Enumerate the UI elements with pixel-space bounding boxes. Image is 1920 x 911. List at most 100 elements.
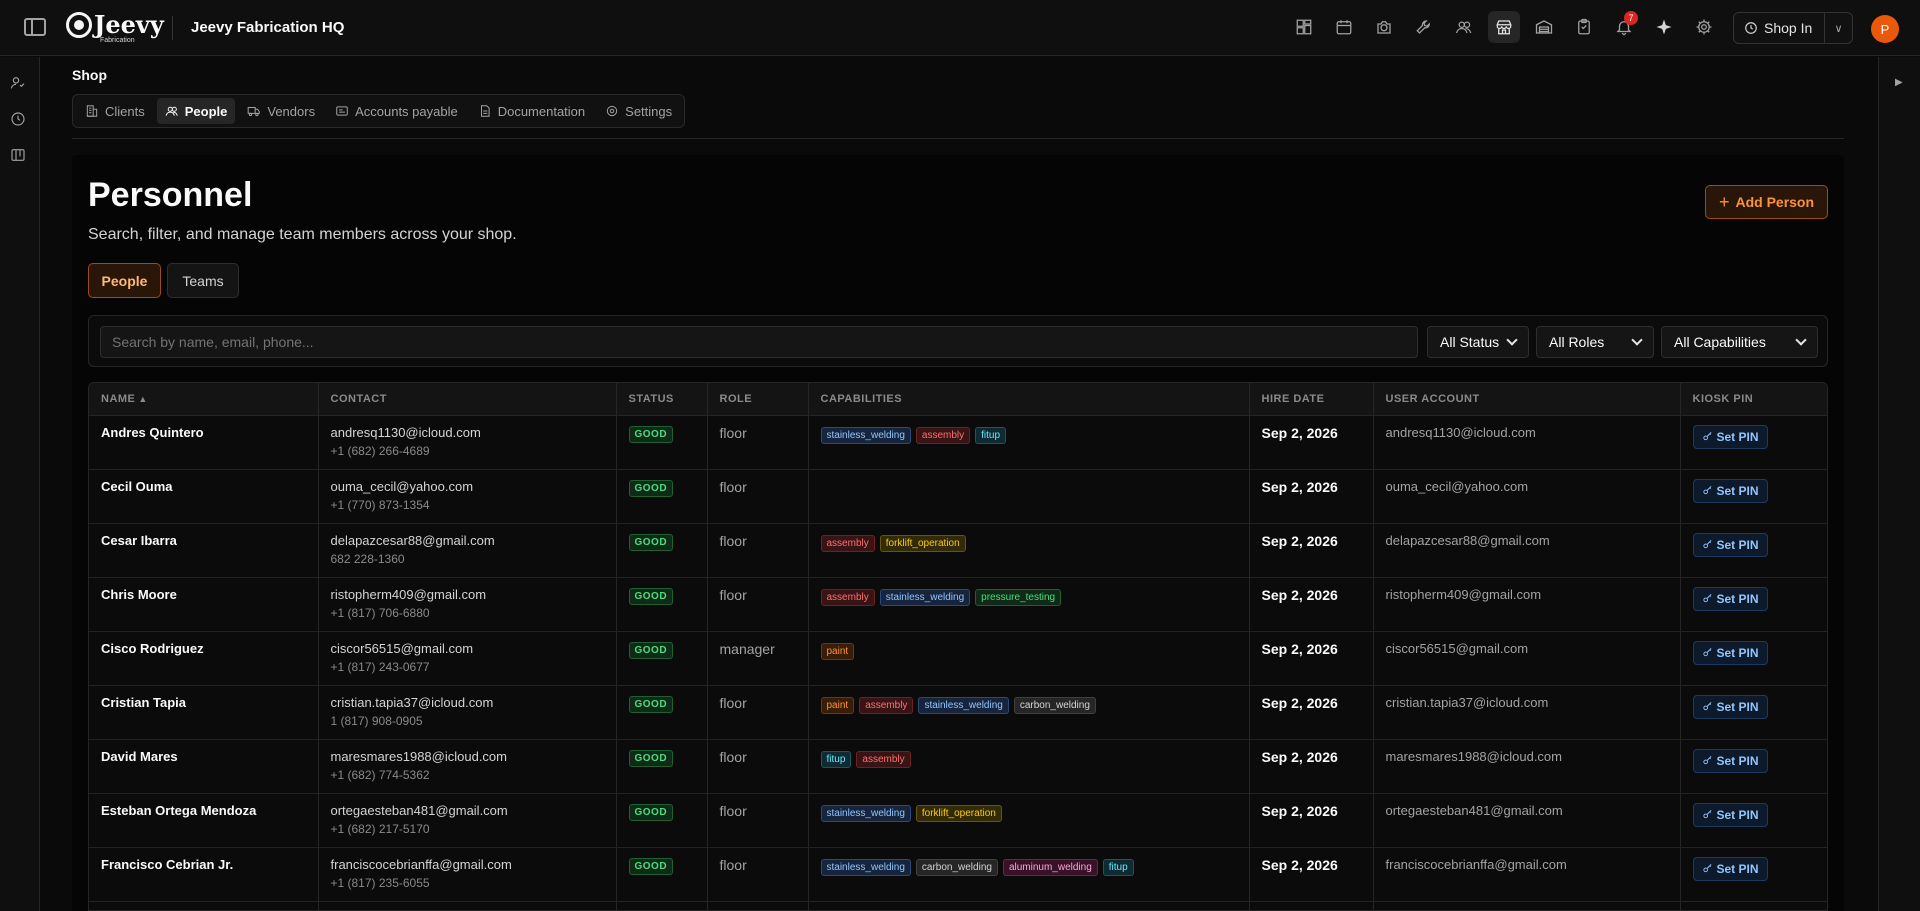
column-header-name[interactable]: NAME ▲	[89, 383, 319, 416]
user-account: ristopherm409@gmail.com	[1385, 586, 1542, 602]
set-pin-button[interactable]: Set PIN	[1692, 694, 1768, 719]
contact-cell: andresq1130@icloud.com +1 (682) 266-4689	[318, 415, 617, 470]
table-row[interactable]: Francisco Cebrian Jr. franciscocebrianffa…	[89, 847, 1827, 902]
people-icon[interactable]	[1448, 11, 1480, 43]
person-email[interactable]: ciscor56515@gmail.com	[331, 641, 604, 656]
tab-accounts-payable[interactable]: Accounts payable	[327, 98, 466, 124]
history-icon[interactable]	[10, 111, 30, 131]
calendar-icon[interactable]	[1328, 11, 1360, 43]
person-email[interactable]: franciscocebrianffa@gmail.com	[331, 857, 604, 872]
bell-icon[interactable]: 7	[1608, 11, 1640, 43]
role-cell: floor	[707, 469, 809, 524]
expand-panel-icon[interactable]: ▶	[1895, 77, 1903, 88]
workspace-title: Jeevy Fabrication HQ	[191, 19, 345, 36]
table-row[interactable]: GOOD stainless_weldingforklift_operation	[89, 901, 1827, 910]
brand-logo[interactable]: Jeevy Fabrication	[66, 12, 164, 44]
add-person-button[interactable]: + Add Person	[1705, 185, 1828, 219]
person-email[interactable]: cristian.tapia37@icloud.com	[331, 695, 604, 710]
table-row[interactable]: Cristian Tapia cristian.tapia37@icloud.co…	[89, 685, 1827, 740]
person-email[interactable]: ortegaesteban481@gmail.com	[331, 803, 604, 818]
capability-tag: carbon_welding	[1013, 696, 1096, 714]
search-input[interactable]	[100, 326, 1418, 358]
capabilities-filter[interactable]: All Capabilities	[1661, 326, 1818, 358]
clipboard-icon[interactable]	[1568, 11, 1600, 43]
person-name[interactable]: Cecil Ouma	[101, 479, 306, 494]
tab-people[interactable]: People	[156, 98, 236, 124]
table-row[interactable]: Cecil Ouma ouma_cecil@yahoo.com +1 (770) 8…	[89, 469, 1827, 524]
top-icon-bar: 7	[1288, 11, 1720, 43]
person-name[interactable]: Francisco Cebrian Jr.	[101, 857, 306, 872]
column-header-role[interactable]: ROLE	[707, 383, 809, 416]
person-email[interactable]: ouma_cecil@yahoo.com	[331, 479, 604, 494]
contact-cell: delapazcesar88@gmail.com 682 228-1360	[318, 523, 617, 578]
capabilities-cell: assembly forklift_operation	[808, 523, 1250, 578]
camera-icon[interactable]	[1368, 11, 1400, 43]
set-pin-button[interactable]: Set PIN	[1692, 532, 1768, 557]
set-pin-button[interactable]: Set PIN	[1692, 640, 1768, 665]
table-row[interactable]: Cesar Ibarra delapazcesar88@gmail.com 682 …	[89, 523, 1827, 578]
person-name[interactable]: Andres Quintero	[101, 425, 306, 440]
person-name[interactable]: Cisco Rodriguez	[101, 641, 306, 656]
column-header-status[interactable]: STATUS	[616, 383, 708, 416]
person-name[interactable]: Chris Moore	[101, 587, 306, 602]
sidebar-toggle-icon[interactable]	[24, 18, 46, 36]
set-pin-button[interactable]: Set PIN	[1692, 478, 1768, 503]
column-header-kiosk-pin[interactable]: KIOSK PIN	[1680, 383, 1827, 416]
chevron-down-icon[interactable]: ∨	[1824, 13, 1852, 43]
person-name[interactable]: David Mares	[101, 749, 306, 764]
store-icon[interactable]	[1488, 11, 1520, 43]
person-phone: +1 (817) 706-6880	[330, 605, 430, 620]
person-email[interactable]: delapazcesar88@gmail.com	[331, 533, 604, 548]
wrench-icon[interactable]	[1408, 11, 1440, 43]
tab-documentation[interactable]: Documentation	[470, 98, 593, 124]
tab-vendors[interactable]: Vendors	[239, 98, 323, 124]
set-pin-button[interactable]: Set PIN	[1692, 856, 1768, 881]
set-pin-button[interactable]: Set PIN	[1692, 802, 1768, 827]
set-pin-button[interactable]: Set PIN	[1692, 748, 1768, 773]
notification-badge: 7	[1624, 11, 1638, 25]
segment-people[interactable]: People	[88, 263, 161, 298]
set-pin-button[interactable]: Set PIN	[1692, 424, 1768, 449]
personnel-table: NAME ▲ CONTACT STATUS ROLE CAPABILITIES H…	[88, 382, 1828, 911]
status-filter[interactable]: All Status	[1427, 326, 1529, 358]
table-row[interactable]: Andres Quintero andresq1130@icloud.com +1 …	[89, 415, 1827, 470]
tab-settings[interactable]: Settings	[597, 98, 680, 124]
person-name[interactable]: Cesar Ibarra	[101, 533, 306, 548]
warehouse-icon[interactable]	[1528, 11, 1560, 43]
column-header-contact[interactable]: CONTACT	[318, 383, 617, 416]
status-badge: GOOD	[628, 587, 674, 605]
person-name[interactable]: Esteban Ortega Mendoza	[101, 803, 306, 818]
roles-filter[interactable]: All Roles	[1536, 326, 1654, 358]
board-icon[interactable]	[10, 147, 30, 167]
dashboard-icon[interactable]	[1288, 11, 1320, 43]
sparkle-icon[interactable]	[1648, 11, 1680, 43]
tab-clients[interactable]: Clients	[77, 98, 153, 124]
chevron-down-icon	[1506, 334, 1518, 346]
person-name[interactable]: Cristian Tapia	[101, 695, 306, 710]
hire-date-cell: Sep 2, 2026	[1249, 415, 1374, 470]
user-settings-icon[interactable]	[10, 75, 30, 95]
segment-teams[interactable]: Teams	[167, 263, 239, 298]
table-row[interactable]: Cisco Rodriguez ciscor56515@gmail.com +1 (…	[89, 631, 1827, 686]
set-pin-label: Set PIN	[1716, 699, 1759, 714]
shop-in-button[interactable]: Shop In	[1734, 13, 1824, 43]
table-row[interactable]: Esteban Ortega Mendoza ortegaesteban481@g…	[89, 793, 1827, 848]
person-email[interactable]: andresq1130@icloud.com	[331, 425, 604, 440]
brand-sub: Fabrication	[100, 37, 135, 44]
role-cell: floor	[707, 793, 809, 848]
column-header-hire-date[interactable]: HIRE DATE	[1249, 383, 1374, 416]
settings-gear-icon[interactable]	[1688, 11, 1720, 43]
column-header-user-account[interactable]: USER ACCOUNT	[1373, 383, 1681, 416]
table-row[interactable]: David Mares maresmares1988@icloud.com +1 (…	[89, 739, 1827, 794]
user-account-cell	[1373, 901, 1681, 910]
set-pin-button[interactable]: Set PIN	[1692, 586, 1768, 611]
person-email[interactable]: ristopherm409@gmail.com	[331, 587, 604, 602]
tab-label: Vendors	[267, 103, 316, 119]
person-email[interactable]: maresmares1988@icloud.com	[331, 749, 604, 764]
avatar[interactable]: P	[1871, 15, 1899, 43]
roles-filter-value: All Roles	[1549, 334, 1605, 350]
column-header-capabilities[interactable]: CAPABILITIES	[808, 383, 1250, 416]
table-row[interactable]: Chris Moore ristopherm409@gmail.com +1 (81…	[89, 577, 1827, 632]
person-phone: +1 (682) 266-4689	[330, 443, 430, 458]
add-person-label: Add Person	[1735, 194, 1815, 210]
